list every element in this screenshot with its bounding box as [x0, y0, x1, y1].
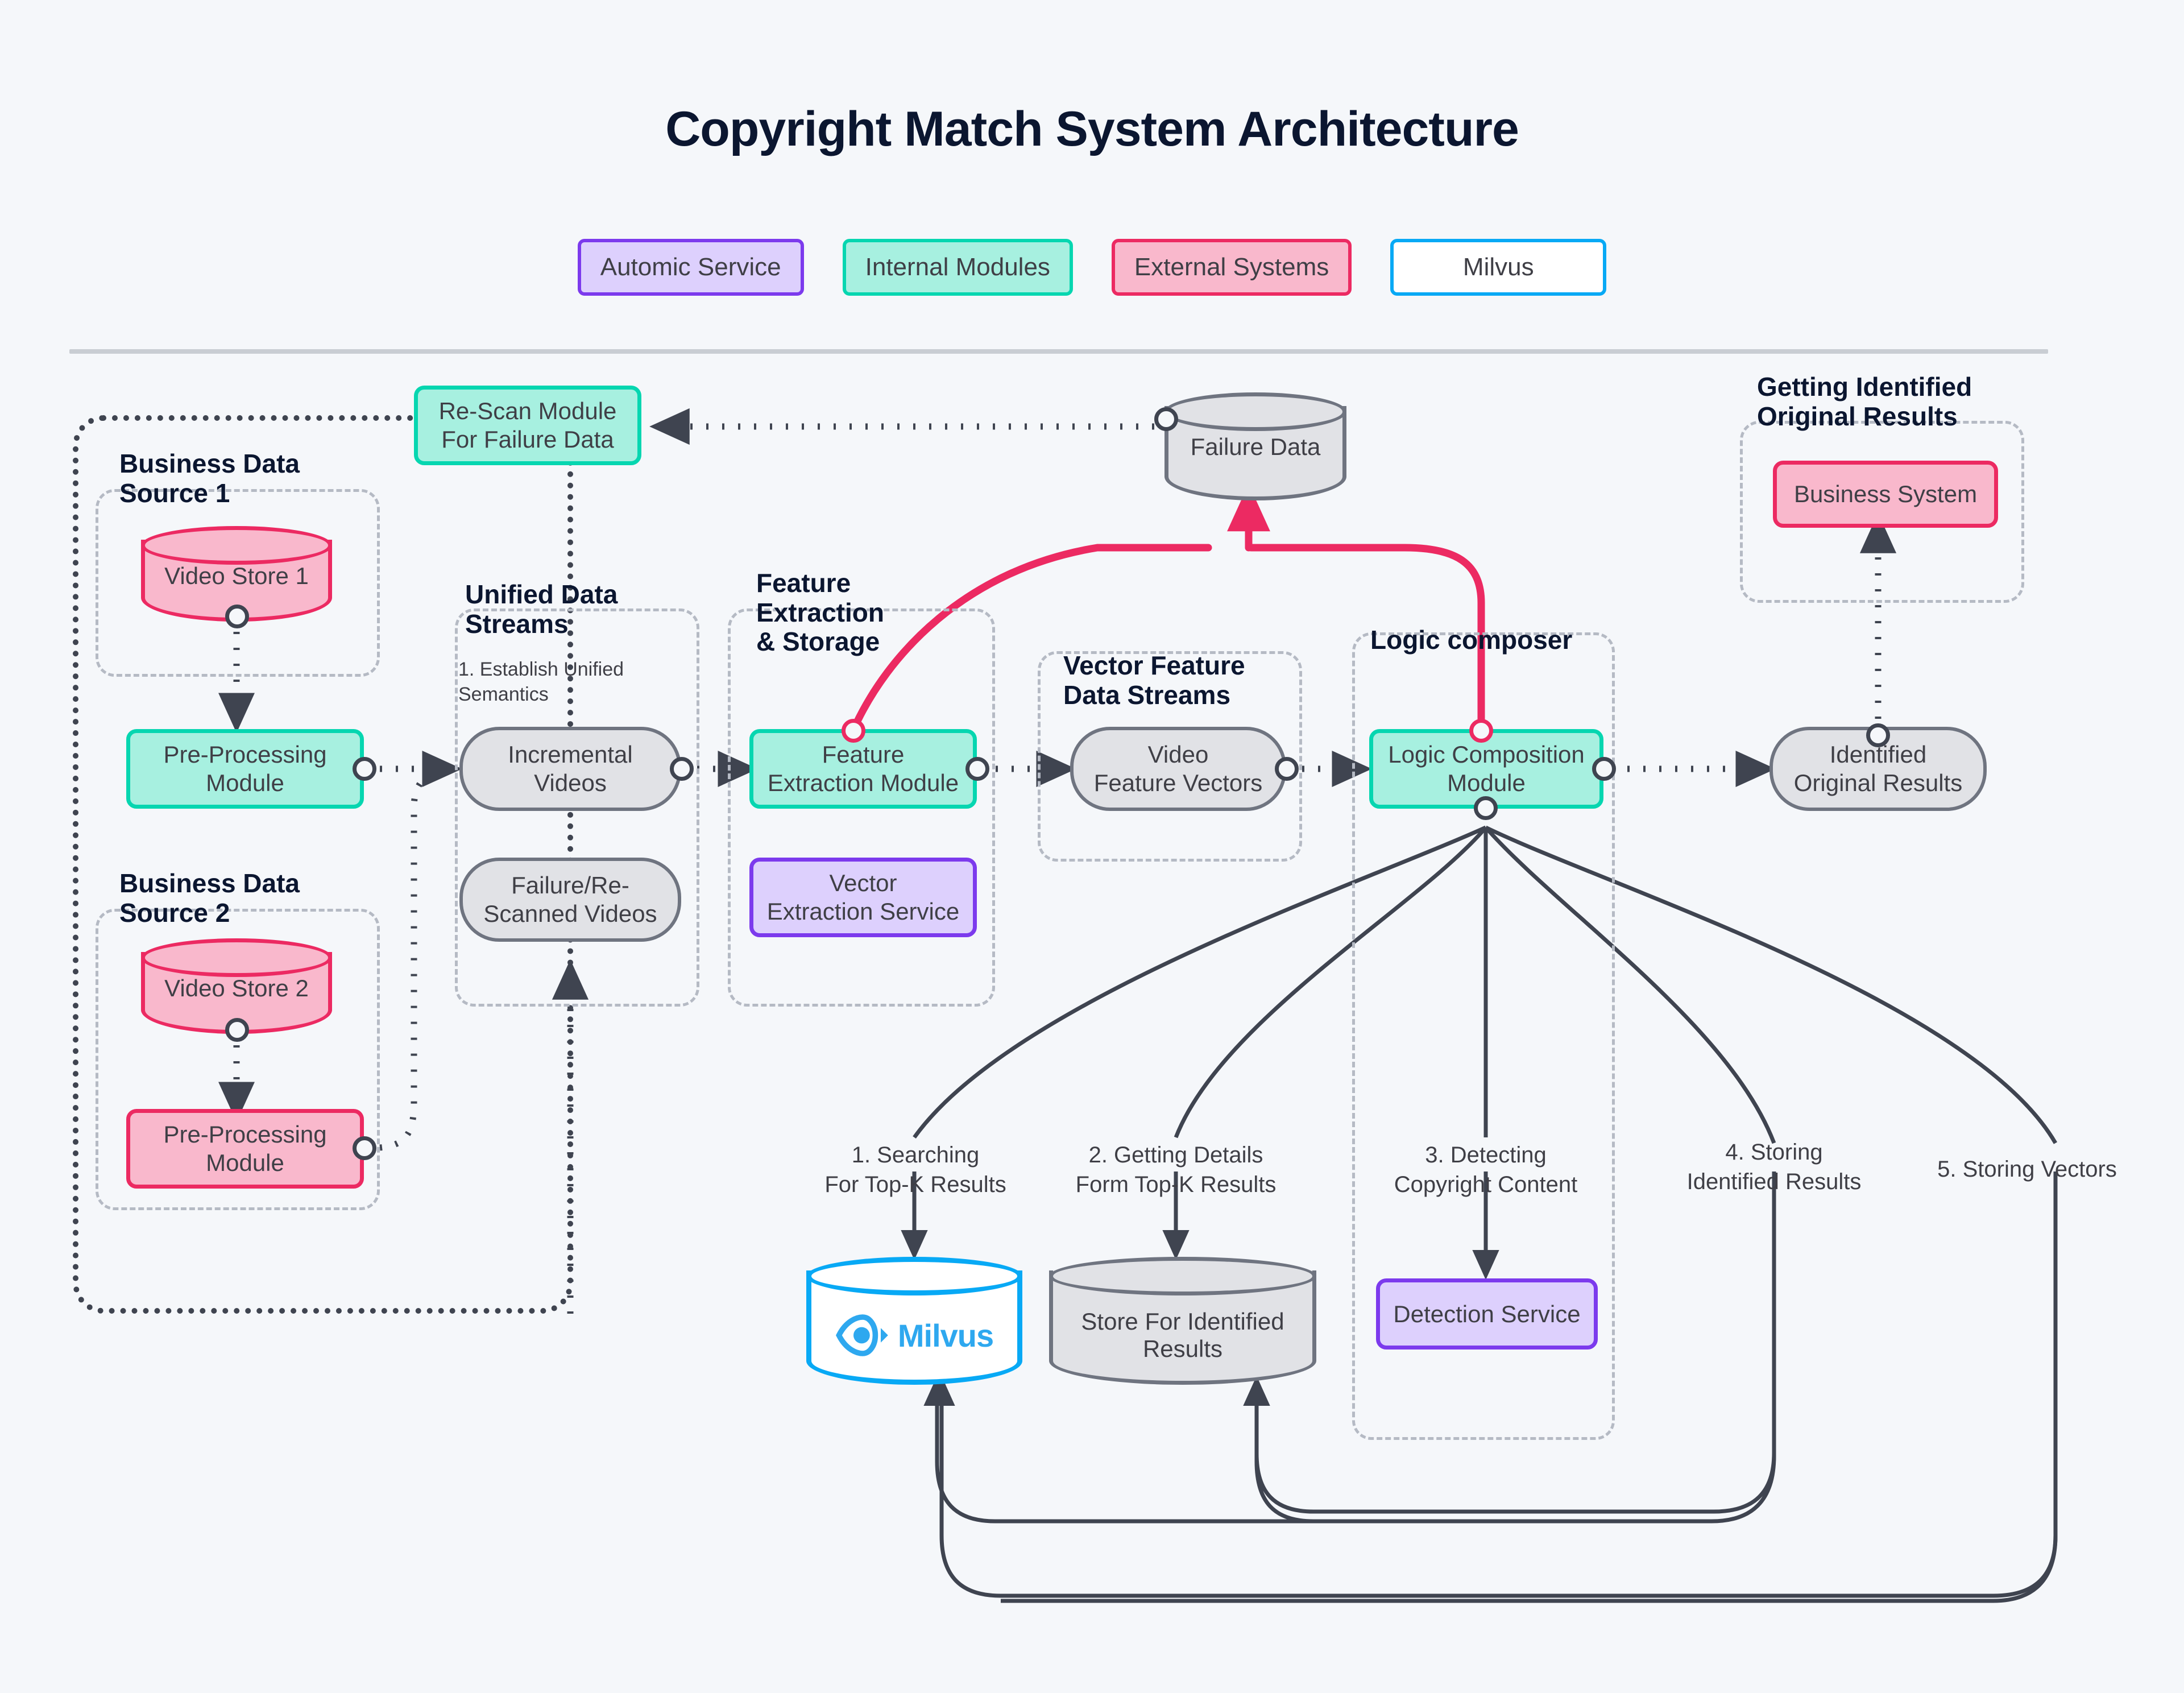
endcap-video-store-1-out: [225, 605, 249, 628]
milvus-logo: Milvus: [806, 1313, 1022, 1357]
node-preprocessing-module-1[interactable]: Pre-Processing Module: [126, 729, 364, 809]
node-business-system[interactable]: Business System: [1773, 461, 1998, 528]
node-feature-extraction-module[interactable]: Feature Extraction Module: [749, 729, 977, 809]
flow-label-4-storing-identified-results: 4. Storing Identified Results: [1686, 1140, 1862, 1194]
milvus-eye-icon: [835, 1314, 888, 1356]
node-label: Failure Data: [1190, 433, 1321, 461]
group-label-feature-extraction-storage: Feature Extraction & Storage: [756, 568, 884, 657]
node-rescan-module-for-failure-data[interactable]: Re-Scan Module For Failure Data: [414, 386, 641, 465]
group-label-getting-identified-original-results: Getting Identified Original Results: [1757, 372, 1972, 431]
flow-label-1-searching-for-topk: 1. Searching For Top-K Results: [824, 1143, 1006, 1197]
edge-return-to-store-identified: [1243, 1376, 1314, 1524]
node-failure-rescanned-videos[interactable]: Failure/Re- Scanned Videos: [459, 858, 681, 942]
node-detection-service[interactable]: Detection Service: [1376, 1278, 1598, 1350]
endcap-preprocessing-2-out: [353, 1136, 376, 1160]
node-milvus[interactable]: Milvus: [806, 1257, 1022, 1385]
flow-label-5-storing-vectors: 5. Storing Vectors: [1937, 1157, 2117, 1182]
endcap-logic-composition-failure-out: [1469, 719, 1493, 743]
endcap-logic-composition-right-out: [1592, 757, 1616, 781]
endcap-feature-extraction-out: [965, 757, 989, 781]
endcap-video-feature-vectors-out: [1275, 757, 1299, 781]
group-label-business-data-source-1: Business Data Source 1: [119, 449, 300, 508]
unified-data-streams-note: 1. Establish Unified Semantics: [458, 659, 624, 706]
node-incremental-videos[interactable]: Incremental Videos: [459, 727, 681, 811]
node-label: Store For Identified Results: [1081, 1308, 1284, 1363]
node-vector-extraction-service[interactable]: Vector Extraction Service: [749, 858, 977, 937]
milvus-wordmark: Milvus: [897, 1317, 994, 1353]
node-label: Video Store 1: [164, 562, 309, 589]
flow-label-2-getting-details: 2. Getting Details Form Top-K Results: [1075, 1143, 1277, 1197]
endcap-incremental-videos-out: [670, 757, 694, 781]
group-label-vector-feature-data-streams: Vector Feature Data Streams: [1063, 651, 1245, 710]
group-label-logic-composer: Logic composer: [1370, 625, 1573, 655]
node-preprocessing-module-2[interactable]: Pre-Processing Module: [126, 1109, 364, 1189]
node-store-for-identified-results[interactable]: Store For Identified Results: [1049, 1257, 1316, 1385]
flow-label-3-detecting-copyright-content: 3. Detecting Copyright Content: [1394, 1143, 1578, 1197]
node-failure-data[interactable]: Failure Data: [1164, 392, 1346, 500]
endcap-failure-data-out: [1154, 407, 1178, 431]
endcap-logic-composition-bottom-out: [1474, 796, 1498, 820]
endcap-preprocessing-1-out: [353, 757, 376, 781]
node-label: Video Store 2: [164, 974, 309, 1001]
node-video-feature-vectors[interactable]: Video Feature Vectors: [1070, 727, 1286, 811]
group-label-unified-data-streams: Unified Data Streams: [465, 579, 618, 639]
group-label-business-data-source-2: Business Data Source 2: [119, 868, 300, 928]
endcap-feature-extraction-failure-out: [842, 719, 865, 743]
endcap-identified-results-out: [1866, 723, 1890, 747]
endcap-video-store-2-out: [225, 1018, 249, 1042]
